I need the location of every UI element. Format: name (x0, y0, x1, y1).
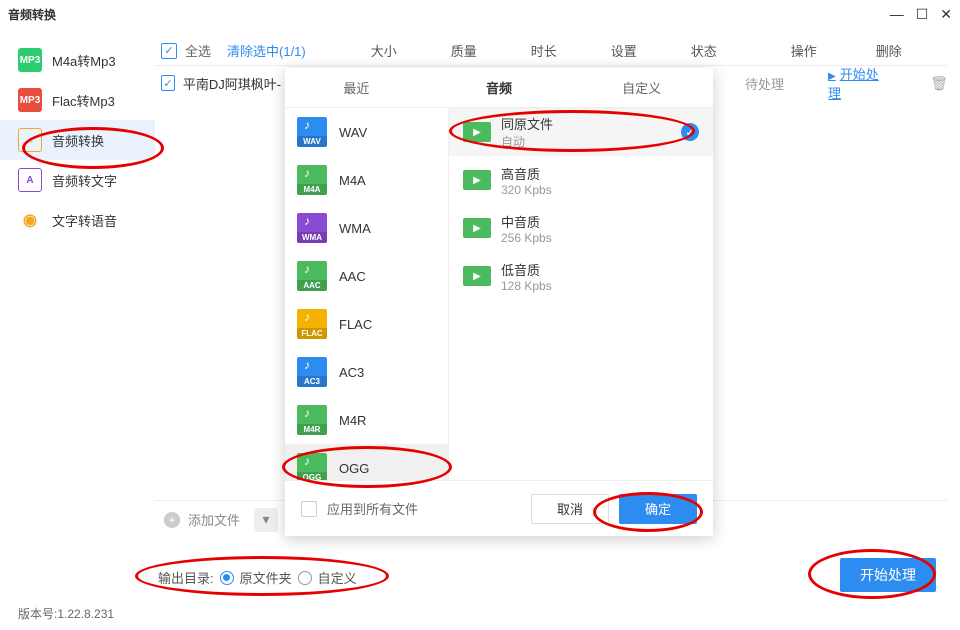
video-icon (463, 170, 491, 190)
format-list: WAVWAV M4AM4A WMAWMA AACAAC FLACFLAC AC3… (285, 108, 449, 480)
quality-low[interactable]: 低音质128 Kpbs (449, 252, 713, 300)
video-icon (463, 122, 491, 142)
sidebar-item-convert[interactable]: ♫ 音频转换 (0, 120, 155, 160)
quality-high[interactable]: 高音质320 Kpbs (449, 156, 713, 204)
start-button[interactable]: 开始处理 (840, 558, 936, 592)
radio-original-label: 原文件夹 (240, 568, 292, 587)
sidebar-item-flac[interactable]: MP3 Flac转Mp3 (0, 80, 155, 120)
format-wma[interactable]: WMAWMA (285, 204, 448, 252)
apply-all-label: 应用到所有文件 (327, 499, 521, 518)
output-label: 输出目录: (158, 568, 214, 587)
video-icon (463, 218, 491, 238)
music-icon: ♫ (18, 128, 42, 152)
video-icon (463, 266, 491, 286)
row-checkbox[interactable] (161, 75, 175, 91)
mp3-icon: MP3 (18, 48, 42, 72)
sidebar-item-label: 音频转换 (52, 131, 104, 150)
select-all-checkbox[interactable] (161, 43, 177, 59)
cancel-button[interactable]: 取消 (531, 494, 609, 524)
version-label: 版本号:1.22.8.231 (18, 605, 114, 622)
sidebar-item-m4a[interactable]: MP3 M4a转Mp3 (0, 40, 155, 80)
row-status: 待处理 (739, 74, 790, 93)
format-aac[interactable]: AACAAC (285, 252, 448, 300)
sidebar-item-label: M4a转Mp3 (52, 51, 116, 70)
close-icon[interactable]: ✕ (940, 6, 952, 23)
format-ogg[interactable]: OGGOGG (285, 444, 448, 480)
tab-audio[interactable]: 音频 (428, 68, 571, 107)
format-wav[interactable]: WAVWAV (285, 108, 448, 156)
tab-custom[interactable]: 自定义 (570, 68, 713, 107)
radio-original[interactable] (220, 571, 234, 585)
maximize-icon[interactable]: ☐ (916, 6, 929, 23)
format-ac3[interactable]: AC3AC3 (285, 348, 448, 396)
format-flac[interactable]: FLACFLAC (285, 300, 448, 348)
window-title: 音频转换 (8, 6, 56, 23)
sidebar: MP3 M4a转Mp3 MP3 Flac转Mp3 ♫ 音频转换 A 音频转文字 … (0, 28, 155, 590)
quality-medium[interactable]: 中音质256 Kpbs (449, 204, 713, 252)
sidebar-item-stt[interactable]: A 音频转文字 (0, 160, 155, 200)
col-size: 大小 (354, 41, 414, 60)
col-settings: 设置 (594, 41, 654, 60)
tab-recent[interactable]: 最近 (285, 68, 428, 107)
folder-button[interactable]: ▾ (254, 508, 278, 532)
sidebar-item-label: 文字转语音 (52, 211, 117, 230)
format-m4a[interactable]: M4AM4A (285, 156, 448, 204)
sound-icon: ◉ (18, 208, 42, 232)
radio-custom[interactable] (298, 571, 312, 585)
add-file-label[interactable]: 添加文件 (188, 510, 240, 529)
col-action: 操作 (764, 41, 844, 60)
sidebar-item-label: 音频转文字 (52, 171, 117, 190)
quality-same[interactable]: 同原文件自动 (449, 108, 713, 156)
select-all-label: 全选 (185, 41, 211, 60)
row-start-process[interactable]: 开始处理 (828, 64, 882, 102)
sidebar-item-tts[interactable]: ◉ 文字转语音 (0, 200, 155, 240)
col-delete: 删除 (864, 41, 914, 60)
table-header: 全选 清除选中(1/1) 大小 质量 时长 设置 状态 操作 删除 (155, 36, 948, 66)
mp3-icon: MP3 (18, 88, 42, 112)
trash-icon[interactable]: 🗑 (930, 75, 948, 92)
quality-list: 同原文件自动 高音质320 Kpbs 中音质256 Kpbs 低音质128 Kp… (449, 108, 713, 480)
col-duration: 时长 (514, 41, 574, 60)
col-status: 状态 (674, 41, 734, 60)
add-icon[interactable]: + (164, 512, 180, 528)
text-icon: A (18, 168, 42, 192)
minimize-icon[interactable]: — (890, 6, 904, 23)
col-quality: 质量 (434, 41, 494, 60)
apply-all-checkbox[interactable] (301, 501, 317, 517)
sidebar-item-label: Flac转Mp3 (52, 91, 115, 110)
ok-button[interactable]: 确定 (619, 494, 697, 524)
format-panel: 最近 音频 自定义 WAVWAV M4AM4A WMAWMA AACAAC FL… (285, 68, 713, 536)
format-m4r[interactable]: M4RM4R (285, 396, 448, 444)
clear-selection-link[interactable]: 清除选中(1/1) (227, 41, 306, 60)
radio-custom-label: 自定义 (318, 568, 357, 587)
check-icon (681, 123, 699, 141)
